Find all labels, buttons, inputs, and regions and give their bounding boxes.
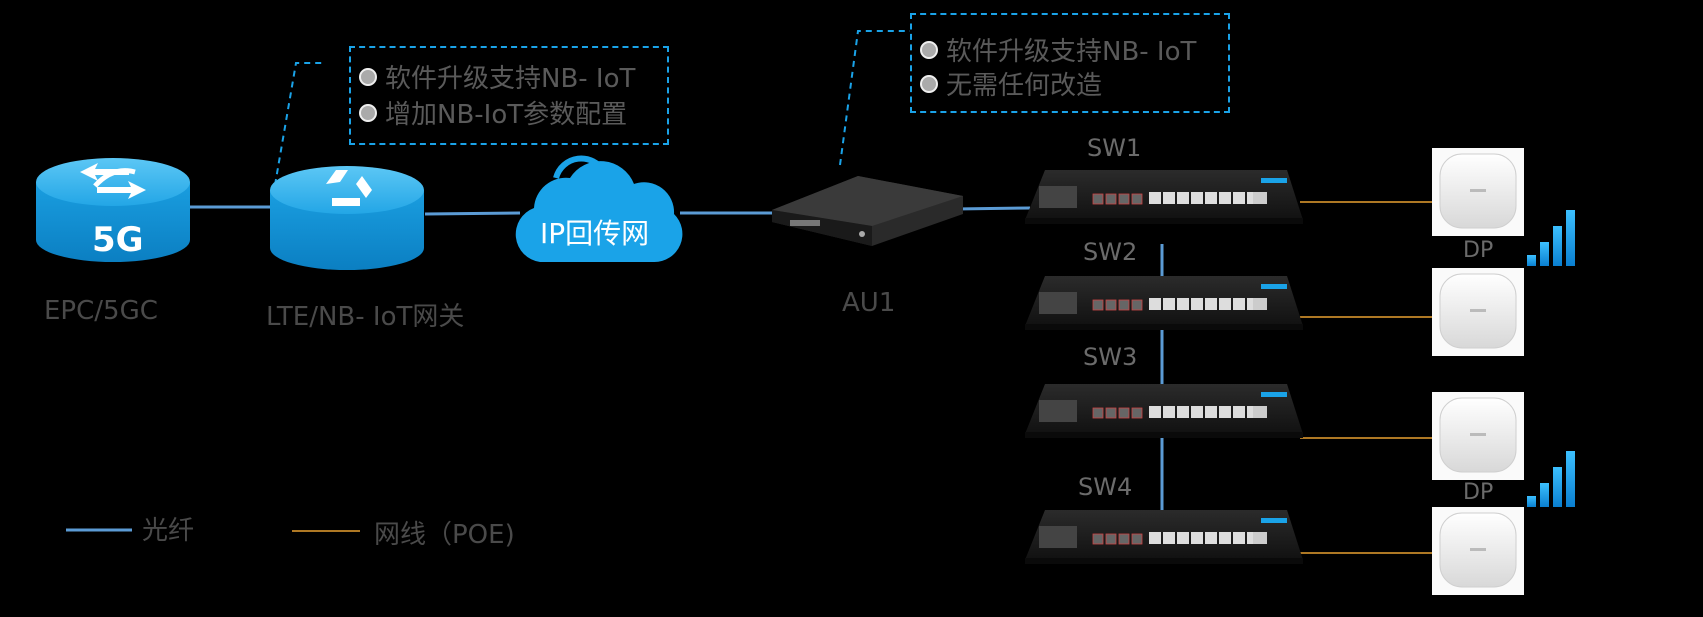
gateway-note-1: 软件升级支持NB- IoT	[359, 58, 635, 95]
gateway-icon	[270, 166, 424, 270]
sw3-label: SW3	[1083, 343, 1138, 371]
poe-links	[1300, 201, 1432, 554]
bullet-icon	[359, 103, 377, 122]
gateway-label: LTE/NB- IoT网关	[266, 302, 465, 332]
switch-icon	[1025, 170, 1303, 224]
bullet-icon	[920, 74, 938, 93]
dp-label-2: DP	[1463, 480, 1494, 505]
gateway-note-2: 增加NB-IoT参数配置	[359, 94, 627, 131]
legend-cable-label: 网线（POE)	[374, 520, 515, 550]
access-point-icon	[1432, 148, 1524, 236]
access-points-group	[1432, 148, 1524, 595]
au-note-box: 软件升级支持NB- IoT 无需任何改造	[910, 13, 1230, 113]
network-diagram: 软件升级支持NB- IoT 增加NB-IoT参数配置 软件升级支持NB- IoT…	[0, 0, 1703, 617]
signal-icon	[1527, 451, 1575, 507]
au-note-2: 无需任何改造	[920, 65, 1102, 102]
leader-au	[839, 30, 910, 166]
switches-group	[1025, 170, 1303, 564]
access-point-icon	[1432, 507, 1524, 595]
link-au-sw1	[954, 206, 1031, 211]
epc-badge: 5G	[92, 220, 144, 260]
sw2-label: SW2	[1083, 238, 1138, 266]
bullet-icon	[920, 40, 938, 59]
switch-icon	[1025, 276, 1303, 330]
epc-label: EPC/5GC	[44, 296, 158, 326]
au-device-icon	[772, 176, 963, 246]
switch-icon	[1025, 510, 1303, 564]
gateway-note-box: 软件升级支持NB- IoT 增加NB-IoT参数配置	[349, 46, 669, 145]
bullet-icon	[359, 67, 377, 86]
link-gateway-cloud	[424, 211, 521, 216]
switch-icon	[1025, 384, 1303, 438]
au-label: AU1	[842, 288, 896, 318]
access-point-icon	[1432, 268, 1524, 356]
dp-label-1: DP	[1463, 238, 1494, 263]
au-note-1: 软件升级支持NB- IoT	[920, 31, 1196, 68]
sw4-label: SW4	[1078, 473, 1133, 501]
leader-gateway	[274, 62, 324, 186]
signal-icon	[1527, 210, 1575, 266]
access-point-icon	[1432, 392, 1524, 480]
legend-fiber-label: 光纤	[142, 516, 195, 546]
backhaul-label: IP回传网	[540, 217, 650, 250]
sw1-label: SW1	[1087, 134, 1142, 162]
